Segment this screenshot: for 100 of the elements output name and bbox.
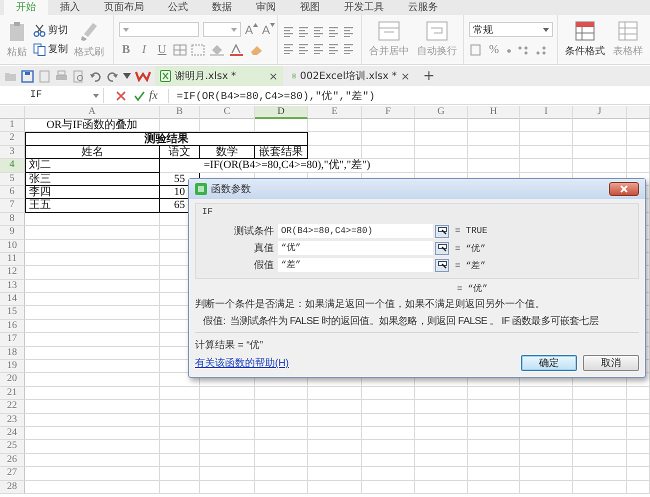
row-number[interactable]: 15 <box>0 306 25 320</box>
row-number[interactable]: 9 <box>0 226 25 240</box>
dialog-button[interactable]: 取消 <box>583 355 639 371</box>
column-header[interactable]: A <box>25 106 160 119</box>
row-number[interactable]: 12 <box>0 266 25 280</box>
row-number[interactable]: 1 <box>0 119 25 132</box>
column-header[interactable]: E <box>308 106 362 119</box>
select-all-corner[interactable] <box>0 106 25 119</box>
row-number[interactable]: 4 <box>0 159 25 173</box>
row-number[interactable]: 2 <box>0 132 25 146</box>
close-button[interactable] <box>609 182 639 196</box>
row-number[interactable]: 5 <box>0 172 25 186</box>
column-header[interactable]: J <box>573 106 627 119</box>
input-field[interactable]: “差” <box>278 258 433 272</box>
menu-tab[interactable]: 审阅 <box>244 0 288 15</box>
dialog-button[interactable]: 确定 <box>521 355 577 371</box>
outdent-icon[interactable] <box>343 25 354 37</box>
indent-icon[interactable] <box>328 25 339 37</box>
formula-field[interactable]: =IF(OR(B4>=80,C4>=80),"优","差") <box>168 88 650 102</box>
row-number[interactable]: 17 <box>0 333 25 347</box>
row-number[interactable]: 10 <box>0 240 25 253</box>
row-number[interactable]: 20 <box>0 373 25 387</box>
column-header[interactable]: F <box>362 106 415 119</box>
undo-icon[interactable] <box>89 70 102 82</box>
eraser-icon[interactable] <box>249 44 265 56</box>
row-number[interactable]: 27 <box>0 467 25 481</box>
align-top-icon[interactable] <box>283 25 294 37</box>
italic-button[interactable]: I <box>137 42 151 57</box>
cancel-icon[interactable] <box>116 90 126 100</box>
column-header[interactable]: D <box>255 106 308 119</box>
menu-tab[interactable]: 开始 <box>4 0 48 15</box>
row-number[interactable]: 7 <box>0 199 25 213</box>
new-tab-button[interactable]: + <box>419 68 439 84</box>
row-number[interactable]: 8 <box>0 212 25 226</box>
align-left-icon[interactable] <box>283 42 294 54</box>
redo-icon[interactable] <box>106 70 119 82</box>
menu-tab[interactable]: 数据 <box>200 0 244 15</box>
table-border-icon[interactable] <box>191 44 205 56</box>
row-number[interactable]: 6 <box>0 186 25 200</box>
border-icon[interactable] <box>173 44 187 56</box>
range-select-button[interactable] <box>435 224 449 238</box>
column-header[interactable]: I <box>520 106 573 119</box>
conditional-format-button[interactable]: 条件格式 <box>563 21 607 58</box>
font-size-dropdown[interactable] <box>203 22 241 37</box>
print-preview-icon[interactable] <box>72 70 85 82</box>
menu-tab[interactable]: 公式 <box>156 0 200 15</box>
justify-icon[interactable] <box>328 42 339 54</box>
row-number[interactable]: 22 <box>0 400 25 414</box>
input-field[interactable]: “优” <box>278 241 433 255</box>
range-select-button[interactable] <box>435 242 449 254</box>
distribute-icon[interactable] <box>343 42 354 54</box>
enter-check-icon[interactable] <box>134 90 145 100</box>
underline-button[interactable]: U <box>155 42 169 57</box>
menu-tab[interactable]: 页面布局 <box>92 0 156 15</box>
row-number[interactable]: 24 <box>0 426 25 440</box>
row-number[interactable]: 3 <box>0 146 25 160</box>
close-tab-button[interactable]: × <box>400 70 410 82</box>
row-number[interactable]: 23 <box>0 414 25 427</box>
percent-button[interactable]: % <box>487 42 501 57</box>
help-link[interactable]: 有关该函数的帮助(H) <box>195 356 515 370</box>
insert-function-button[interactable]: fx <box>149 88 158 103</box>
menu-tab[interactable]: 云服务 <box>396 0 450 15</box>
column-header[interactable]: G <box>415 106 468 119</box>
row-number[interactable]: 13 <box>0 280 25 294</box>
row-number[interactable]: 26 <box>0 454 25 468</box>
decrease-font-size-button[interactable]: A <box>262 22 276 36</box>
cut-button[interactable]: 剪切 <box>33 23 68 37</box>
save-icon[interactable] <box>21 70 34 82</box>
print-icon[interactable] <box>55 70 68 82</box>
font-color-icon[interactable] <box>229 44 245 56</box>
fill-bucket-icon[interactable] <box>209 44 225 56</box>
document-tab[interactable]: 002Excel培训.xlsx * × <box>287 66 415 86</box>
copy-button[interactable]: 复制 <box>33 42 68 56</box>
row-number[interactable]: 28 <box>0 480 25 494</box>
align-middle-icon[interactable] <box>298 25 309 37</box>
column-header[interactable]: C <box>200 106 255 119</box>
menu-tab[interactable]: 视图 <box>288 0 332 15</box>
bold-button[interactable]: B <box>119 42 133 57</box>
row-number[interactable]: 11 <box>0 252 25 266</box>
column-header[interactable]: B <box>160 106 200 119</box>
menu-tab[interactable]: 开发工具 <box>332 0 396 15</box>
align-bottom-icon[interactable] <box>313 25 324 37</box>
row-number[interactable]: 25 <box>0 440 25 454</box>
align-right-icon[interactable] <box>313 42 324 54</box>
range-select-button[interactable] <box>435 258 449 272</box>
row-number[interactable]: 16 <box>0 320 25 334</box>
logo-icon[interactable] <box>135 70 151 82</box>
row-number[interactable]: 19 <box>0 360 25 374</box>
column-header[interactable] <box>627 106 650 119</box>
row-number[interactable]: 14 <box>0 293 25 306</box>
row-number[interactable]: 18 <box>0 346 25 360</box>
input-field[interactable]: OR(B4>=80,C4>=80) <box>278 224 433 238</box>
close-tab-button[interactable]: × <box>268 70 278 82</box>
align-center-icon[interactable] <box>298 42 309 54</box>
menu-tab[interactable]: 插入 <box>48 0 92 15</box>
document-tab[interactable]: 谢明月.xlsx * × <box>155 66 283 86</box>
increase-font-size-button[interactable]: A <box>245 22 258 36</box>
caret-icon[interactable] <box>123 73 131 79</box>
name-box[interactable]: IF <box>0 88 104 103</box>
row-number[interactable]: 21 <box>0 386 25 400</box>
